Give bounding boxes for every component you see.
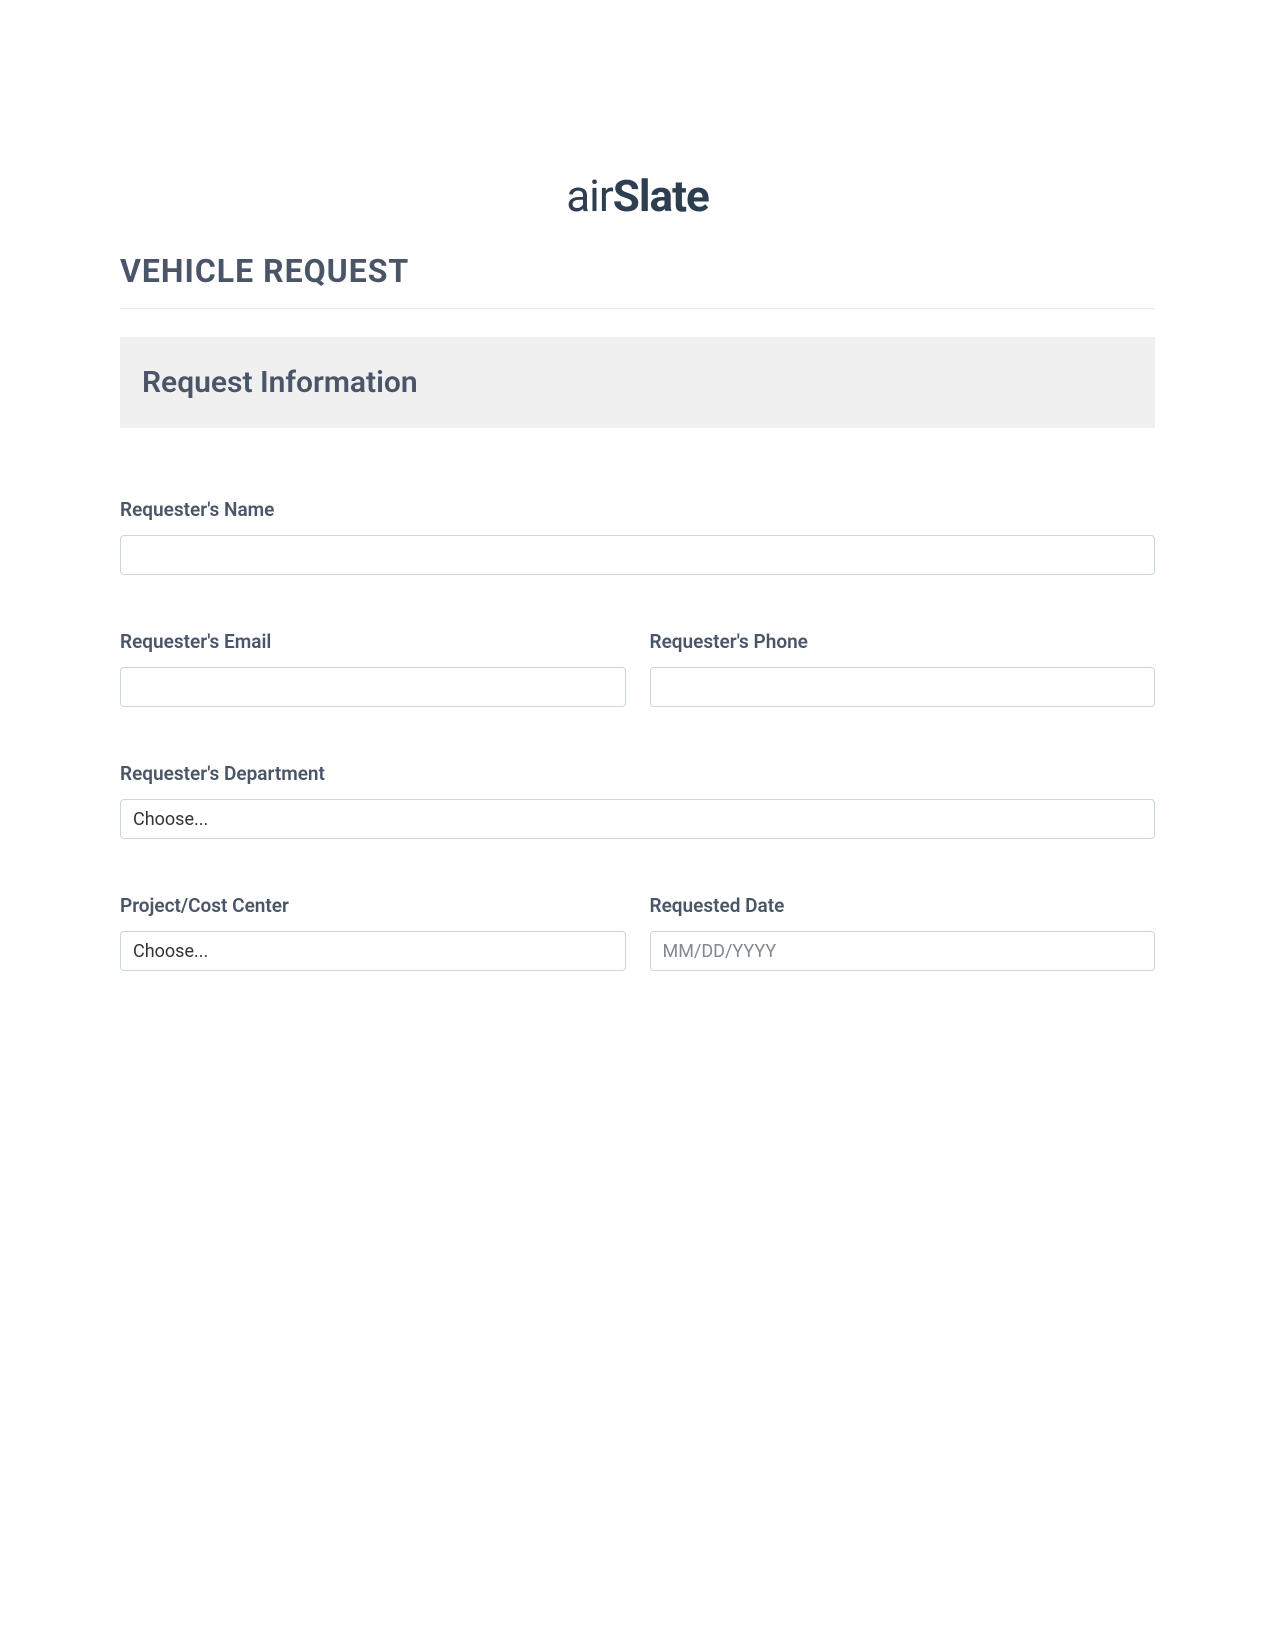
email-label: Requester's Email	[120, 630, 626, 653]
department-label: Requester's Department	[120, 762, 1155, 785]
name-label: Requester's Name	[120, 498, 1155, 521]
department-select[interactable]: Choose...	[120, 799, 1155, 839]
department-selected: Choose...	[133, 809, 208, 830]
project-selected: Choose...	[133, 941, 208, 962]
phone-input[interactable]	[650, 667, 1156, 707]
project-select[interactable]: Choose...	[120, 931, 626, 971]
name-input[interactable]	[120, 535, 1155, 575]
email-input[interactable]	[120, 667, 626, 707]
section-title: Request Information	[142, 365, 1133, 400]
date-label: Requested Date	[650, 894, 1156, 917]
date-input[interactable]	[650, 931, 1156, 971]
section-header: Request Information	[120, 337, 1155, 428]
logo: airSlate	[120, 170, 1155, 222]
divider	[120, 308, 1155, 309]
project-label: Project/Cost Center	[120, 894, 626, 917]
page-title: VEHICLE REQUEST	[120, 252, 1155, 290]
logo-part1: air	[566, 170, 613, 222]
phone-label: Requester's Phone	[650, 630, 1156, 653]
logo-part2: Slate	[613, 170, 709, 222]
